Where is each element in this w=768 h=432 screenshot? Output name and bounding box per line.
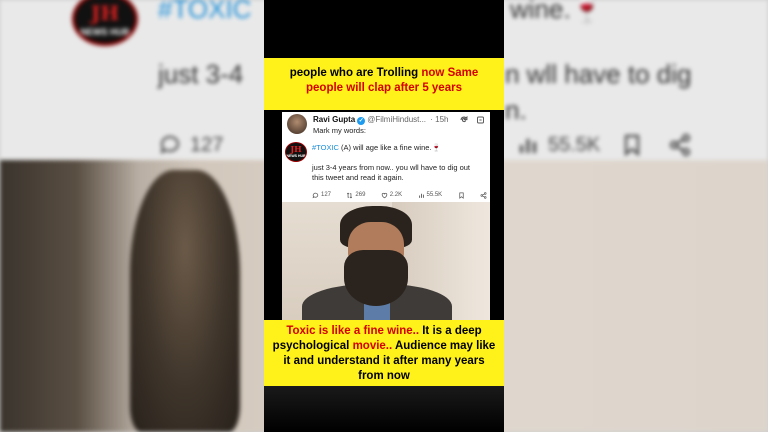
caption-bottom-red-2: movie.. (352, 340, 395, 352)
more-icon (477, 116, 484, 124)
bookmark-icon (458, 192, 464, 199)
background-hashtag: #TOXIC (158, 0, 252, 24)
retweet-count: 269 (355, 192, 366, 198)
background-header-tail: wine.🍷 (510, 0, 603, 25)
tweet-body: just 3-4 years from now.. you wll have t… (312, 163, 470, 182)
background-views-count: 55.5K (548, 133, 601, 156)
verified-badge-icon: ✓ (357, 117, 366, 125)
share-icon (480, 191, 487, 199)
views-icon (418, 193, 424, 198)
wine-glass-icon: 🍷 (570, 0, 604, 24)
caption-bottom-red-1: Toxic is like a fine wine.. (286, 325, 423, 337)
author-avatar (287, 114, 307, 134)
background-body-right: n wll have to dig n. (505, 59, 692, 125)
background-replies: 127 (158, 133, 223, 157)
actor-photo (282, 202, 490, 320)
like-action[interactable]: 2.2K (381, 192, 402, 199)
bookmark-icon (624, 134, 640, 157)
views-icon (520, 139, 536, 153)
reply-icon (160, 135, 179, 154)
like-count: 2.2K (389, 192, 403, 198)
caption-top: people who are Trolling now Same people … (264, 58, 504, 110)
video-bottom-fade (264, 386, 504, 432)
caption-bottom: Toxic is like a fine wine.. It is a deep… (264, 320, 504, 386)
author-line: Ravi Gupta ✓ @FilmiHindust... · 15h (313, 115, 449, 125)
background-replies-count: 127 (190, 133, 224, 156)
tweet-header: Ravi Gupta ✓ @FilmiHindust... · 15h Mark m… (287, 114, 485, 136)
retweet-icon (347, 192, 353, 198)
share-icon (669, 133, 691, 157)
tweet-timestamp: · 15h (430, 115, 449, 124)
tweet-card: Ravi Gupta ✓ @FilmiHindust... · 15h Mark m… (282, 112, 490, 202)
author-name: Ravi Gupta (313, 115, 356, 124)
reply-action[interactable]: 127 (312, 192, 331, 199)
share-action[interactable] (480, 191, 487, 199)
background-body-text: just 3-4 (158, 59, 244, 89)
background-left: JH NEWS HUB #TOXIC just 3-4 127 (0, 0, 264, 432)
retweet-action[interactable]: 269 (346, 192, 365, 199)
tweet-intro: Mark my words: (313, 126, 366, 135)
background-bookmark (620, 133, 644, 157)
tweet-hashtag[interactable]: #TOXIC (312, 143, 339, 152)
grok-icon (460, 115, 468, 123)
background-views: 55.5K (516, 133, 600, 157)
reply-icon (312, 192, 319, 198)
background-right: wine.🍷 n wll have to dig n. 55.5K (504, 0, 768, 432)
reply-count: 127 (321, 192, 332, 198)
video-frame[interactable]: people who are Trolling now Same people … (264, 0, 504, 432)
tweet-first-line: #TOXIC (A) will age like a fine wine.🍷 (312, 143, 441, 152)
bookmark-action[interactable] (458, 192, 465, 199)
background-figure (130, 170, 240, 432)
quoted-logo-avatar: JH NEWS HUB (285, 142, 307, 162)
caption-top-black: people who are Trolling (289, 67, 422, 79)
views-action[interactable]: 55.5K (418, 192, 443, 199)
tweet-actions: 127 269 2.2K 55.5K (312, 190, 487, 200)
background-share (668, 133, 692, 157)
author-handle: @FilmiHindust... (367, 115, 427, 124)
heart-icon (381, 192, 387, 198)
views-count: 55.5K (426, 192, 443, 198)
